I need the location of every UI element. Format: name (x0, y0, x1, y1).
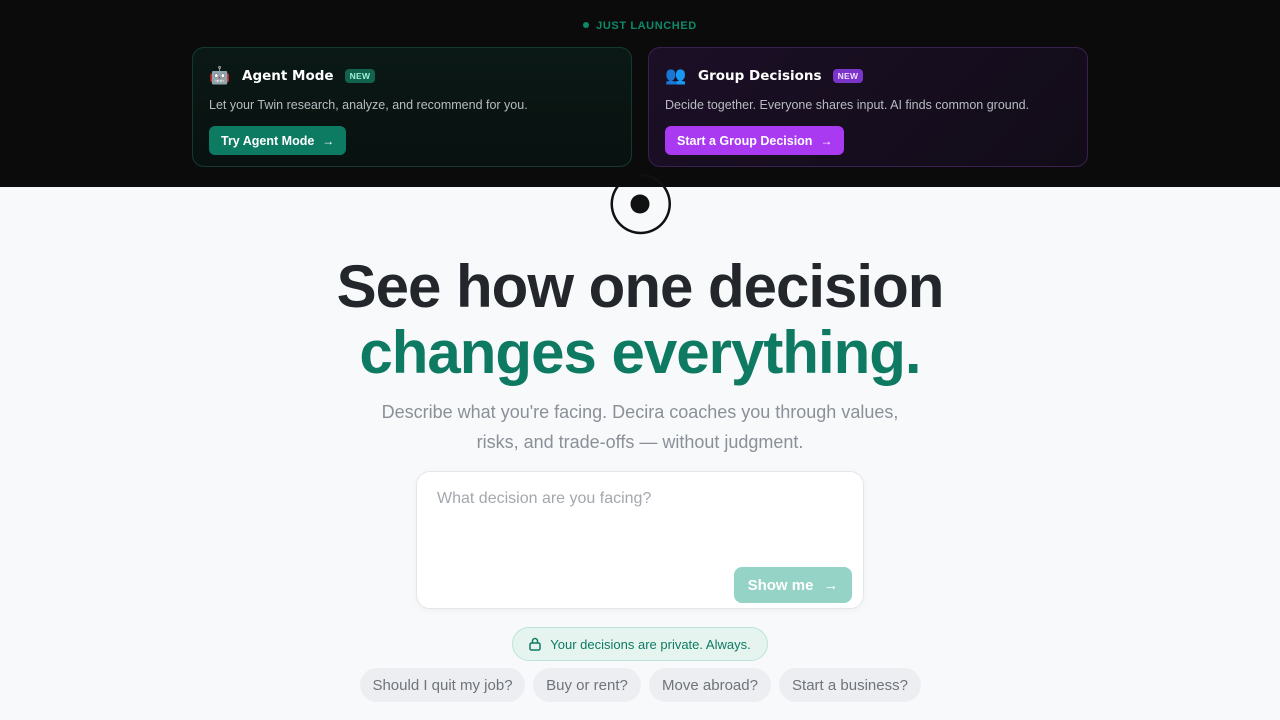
announcement-band: JUST LAUNCHED 🤖 Agent Mode NEW Let your … (0, 0, 1280, 187)
hero-headline-accent: changes everything. (359, 319, 921, 386)
new-badge: NEW (832, 69, 864, 83)
arrow-right-icon: → (820, 133, 833, 148)
suggestion-chip[interactable]: Should I quit my job? (360, 668, 525, 702)
start-group-decision-button[interactable]: Start a Group Decision → (665, 126, 845, 155)
arrow-right-icon: → (322, 133, 335, 148)
group-decisions-title: Group Decisions (698, 68, 822, 84)
status-dot-icon (583, 22, 590, 29)
launch-label: JUST LAUNCHED (0, 20, 1280, 32)
decision-composer: Show me → (416, 471, 864, 609)
decision-input[interactable] (437, 490, 837, 560)
arrow-right-icon: → (823, 576, 839, 594)
lock-icon (529, 637, 542, 651)
group-decisions-description: Decide together. Everyone shares input. … (665, 98, 1030, 112)
agent-mode-title: Agent Mode (242, 68, 334, 84)
robot-icon: 🤖 (209, 66, 231, 85)
people-icon: 👥 (665, 66, 687, 85)
group-decisions-card: 👥 Group Decisions NEW Decide together. E… (648, 47, 1088, 167)
show-me-button[interactable]: Show me → (734, 567, 852, 603)
suggestion-chip[interactable]: Buy or rent? (533, 668, 641, 702)
try-agent-mode-button[interactable]: Try Agent Mode → (209, 126, 347, 155)
hero-headline: See how one decision (336, 253, 945, 320)
agent-mode-card: 🤖 Agent Mode NEW Let your Twin research,… (192, 47, 632, 167)
decira-logo-icon (610, 173, 671, 235)
privacy-note: Your decisions are private. Always. (512, 627, 768, 661)
suggestion-chip[interactable]: Start a business? (779, 668, 921, 702)
suggestion-chip[interactable]: Move abroad? (649, 668, 771, 702)
agent-mode-description: Let your Twin research, analyze, and rec… (209, 98, 528, 112)
new-badge: NEW (344, 69, 376, 83)
hero-subtitle: Describe what you're facing. Decira coac… (381, 402, 899, 452)
suggestion-chips: Should I quit my job? Buy or rent? Move … (0, 668, 1280, 702)
